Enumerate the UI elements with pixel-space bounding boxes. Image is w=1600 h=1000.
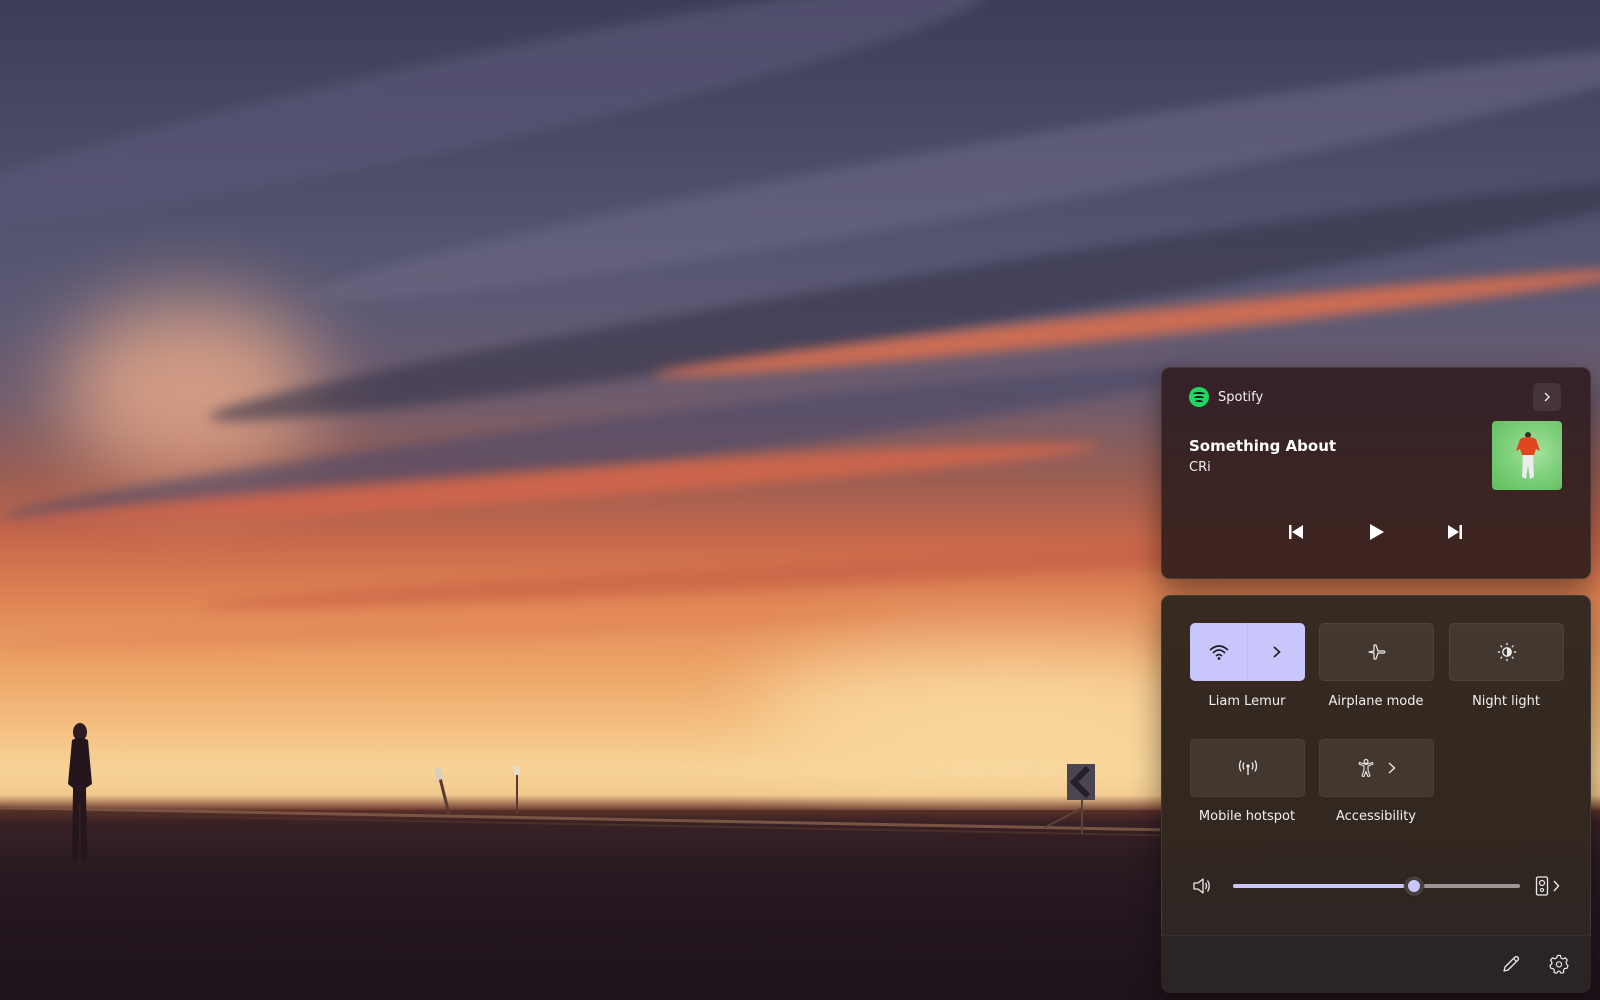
chevron-right-icon — [1553, 880, 1560, 892]
accessibility-icon — [1357, 758, 1374, 778]
volume-slider-thumb[interactable] — [1403, 876, 1424, 896]
road-sign-post — [435, 768, 451, 815]
volume-slider-fill — [1233, 884, 1414, 888]
chevron-right-icon — [1388, 762, 1396, 774]
hotspot-tile-label: Mobile hotspot — [1198, 809, 1296, 824]
wifi-toggle-button[interactable] — [1190, 623, 1247, 681]
audio-output-chevron-button[interactable] — [1546, 872, 1566, 900]
mute-button[interactable] — [1188, 872, 1216, 900]
airplane-tile-label: Airplane mode — [1328, 694, 1424, 709]
wifi-tile — [1190, 623, 1305, 681]
media-flyout: Spotify Something About CRi — [1161, 367, 1591, 579]
gear-icon — [1549, 954, 1569, 974]
skip-forward-icon — [1448, 525, 1462, 539]
night-light-icon — [1497, 642, 1516, 662]
volume-slider[interactable] — [1233, 876, 1520, 896]
sitting-figure — [68, 723, 92, 862]
open-media-app-button[interactable] — [1533, 383, 1561, 411]
airplane-mode-toggle[interactable] — [1319, 623, 1434, 681]
track-title: Something About — [1189, 437, 1337, 455]
wifi-tile-label: Liam Lemur — [1208, 694, 1286, 709]
album-cover-figure — [1516, 432, 1540, 479]
wifi-icon — [1208, 645, 1229, 660]
road-sign-post — [514, 766, 520, 814]
settings-button[interactable] — [1545, 950, 1573, 978]
cloud-streak — [0, 604, 901, 654]
airplane-icon — [1367, 644, 1386, 660]
media-source[interactable]: Spotify — [1189, 387, 1263, 407]
previous-track-button[interactable] — [1281, 519, 1311, 545]
skip-back-icon — [1289, 525, 1303, 539]
quick-settings-flyout: Liam Lemur Airplane mode Night light Mob… — [1161, 595, 1591, 993]
track-artist: CRi — [1189, 460, 1211, 475]
edit-quick-settings-button[interactable] — [1497, 950, 1525, 978]
spotify-icon — [1189, 387, 1209, 407]
media-app-name: Spotify — [1218, 389, 1264, 405]
hotspot-icon — [1238, 760, 1257, 775]
speaker-icon — [1193, 878, 1210, 894]
play-icon — [1370, 524, 1384, 540]
chevron-road-sign — [1043, 764, 1095, 834]
volume-row — [1161, 871, 1591, 901]
accessibility-tile-label: Accessibility — [1336, 809, 1416, 824]
chevron-right-icon — [1544, 392, 1550, 402]
accessibility-button[interactable] — [1319, 739, 1434, 797]
next-track-button[interactable] — [1440, 519, 1470, 545]
wallpaper-glow — [60, 300, 320, 480]
chevron-right-icon — [1272, 646, 1281, 658]
quick-settings-footer — [1161, 935, 1591, 993]
pencil-icon — [1503, 955, 1520, 972]
night-light-tile-label: Night light — [1472, 694, 1540, 709]
album-art — [1492, 421, 1562, 490]
wifi-networks-button[interactable] — [1248, 623, 1305, 681]
mobile-hotspot-toggle[interactable] — [1190, 739, 1305, 797]
night-light-toggle[interactable] — [1449, 623, 1564, 681]
play-button[interactable] — [1361, 519, 1391, 545]
